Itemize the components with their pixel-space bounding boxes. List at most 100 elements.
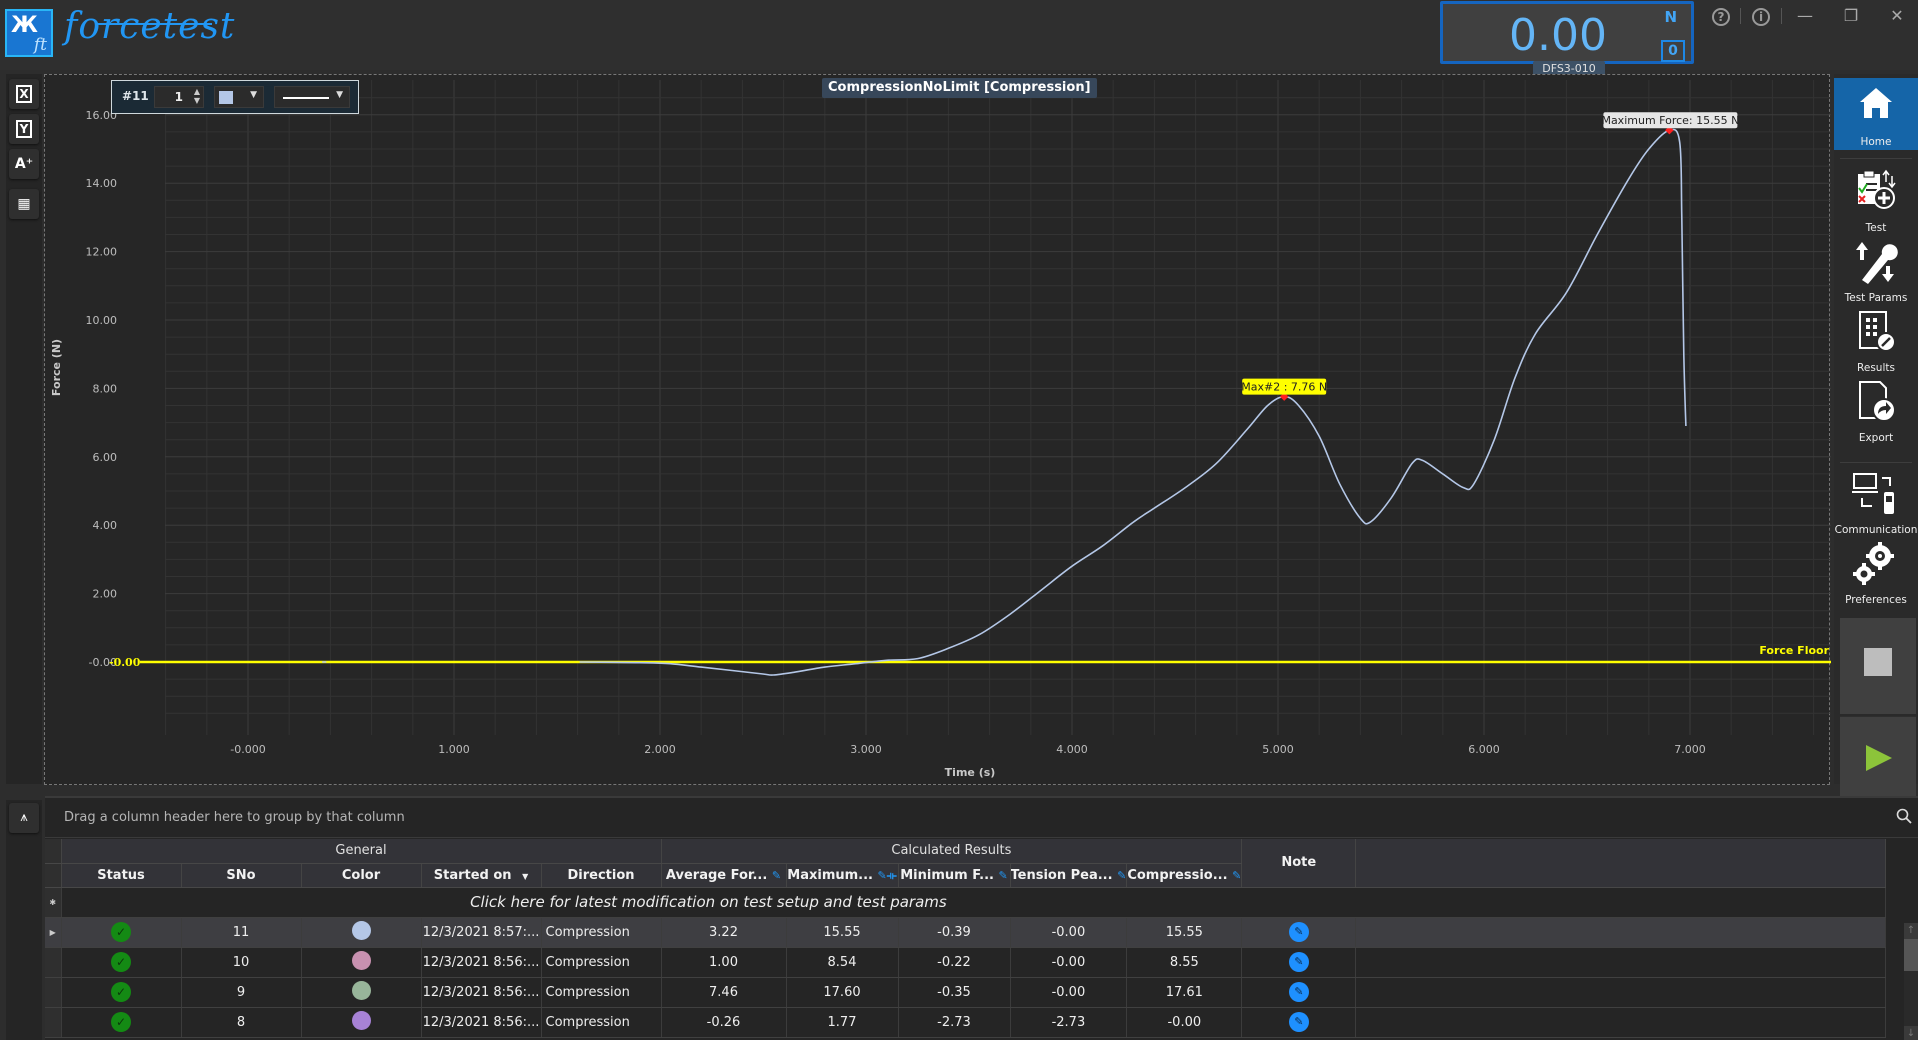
note-cell[interactable]: ✎ bbox=[1241, 977, 1357, 1008]
scroll-down-icon[interactable]: ↓ bbox=[1904, 1026, 1918, 1040]
force-floor-value: -0.00 bbox=[109, 656, 141, 669]
color-swatch[interactable] bbox=[351, 920, 371, 940]
nav-label: Test bbox=[1865, 222, 1887, 234]
column-sno[interactable]: SNo bbox=[181, 863, 302, 888]
table-row[interactable]: ✓ 9 12/3/2021 8:56:... Compression 7.46 17.60… bbox=[45, 977, 1887, 1008]
nav-results[interactable]: Results bbox=[1834, 308, 1918, 376]
nav-test[interactable]: Test bbox=[1834, 168, 1918, 236]
column-tension-peak[interactable]: Tension Pea... ✎ bbox=[1010, 863, 1128, 888]
edit-pencil-icon[interactable]: ✎ bbox=[772, 869, 781, 882]
x-tick-label: 1.000 bbox=[438, 743, 470, 756]
help-button[interactable]: ? bbox=[1706, 4, 1736, 28]
check-circle-icon: ✓ bbox=[111, 922, 131, 942]
y-tick-label: 10.00 bbox=[86, 314, 118, 327]
edit-pencil-icon[interactable]: ✎ bbox=[999, 869, 1008, 882]
y-axis-button[interactable]: Y bbox=[9, 114, 39, 144]
new-row-text[interactable]: Click here for latest modification on te… bbox=[61, 887, 1887, 918]
minimum-force-cell: -2.73 bbox=[898, 1007, 1011, 1038]
color-swatch[interactable] bbox=[351, 950, 371, 970]
color-swatch[interactable] bbox=[351, 980, 371, 1000]
column-compression[interactable]: Compressio... ✎ bbox=[1126, 863, 1243, 888]
column-direction[interactable]: Direction bbox=[541, 863, 662, 888]
scroll-thumb[interactable] bbox=[1904, 939, 1918, 971]
stop-icon bbox=[1864, 648, 1892, 676]
table-button[interactable]: ▦ bbox=[9, 189, 39, 219]
column-color[interactable]: Color bbox=[301, 863, 422, 888]
note-cell[interactable]: ✎ bbox=[1241, 917, 1357, 948]
note-cell[interactable]: ✎ bbox=[1241, 947, 1357, 978]
column-maximum-force[interactable]: Maximum... ✎⟛ bbox=[786, 863, 899, 888]
edit-pencil-icon[interactable]: ✎ bbox=[1117, 869, 1126, 882]
compression-cell: 8.55 bbox=[1126, 947, 1243, 978]
started-on-cell: 12/3/2021 8:56:... bbox=[421, 977, 542, 1008]
results-grid: Drag a column header here to group by th… bbox=[45, 796, 1918, 1040]
nav-communication[interactable]: Communication bbox=[1834, 470, 1918, 538]
color-cell[interactable] bbox=[301, 917, 422, 948]
y-tick-label: 4.00 bbox=[93, 519, 118, 532]
compression-cell: 15.55 bbox=[1126, 917, 1243, 948]
stop-button[interactable] bbox=[1840, 618, 1916, 714]
zero-button[interactable]: 0 bbox=[1661, 40, 1685, 62]
edit-note-icon[interactable]: ✎ bbox=[1288, 982, 1309, 1002]
test-clipboard-icon bbox=[1858, 169, 1896, 209]
column-status[interactable]: Status bbox=[61, 863, 182, 888]
stepper-arrows-icon[interactable]: ▲ ▼ bbox=[194, 87, 200, 105]
y-axis-label: Force (N) bbox=[50, 339, 63, 396]
restore-button[interactable]: ❐ bbox=[1836, 4, 1866, 28]
column-note[interactable]: Note bbox=[1241, 839, 1357, 888]
edit-pencil-icon[interactable]: ✎ bbox=[878, 869, 887, 882]
status-cell: ✓ bbox=[61, 947, 182, 978]
force-chart[interactable]: -0.00 2.00 4.00 6.00 8.00 10.00 12.00 14.00 1 6.0… bbox=[44, 74, 1831, 785]
line-width-stepper[interactable]: 1 ▲ ▼ bbox=[154, 86, 204, 108]
app-name: forcetest bbox=[64, 6, 236, 47]
y-tick-label: 14.00 bbox=[86, 177, 118, 190]
force-readout: 0.00 N 0 DFS3-010 bbox=[1440, 1, 1694, 76]
sort-desc-icon[interactable]: ▼ bbox=[522, 872, 528, 881]
add-annotation-button[interactable]: A⁺ bbox=[9, 149, 39, 179]
table-row[interactable]: ✓ 8 12/3/2021 8:56:... Compression -0.26 1.77… bbox=[45, 1007, 1887, 1038]
close-button[interactable]: ✕ bbox=[1882, 4, 1912, 28]
edit-note-icon[interactable]: ✎ bbox=[1288, 922, 1309, 942]
table-row[interactable]: ▶ ✓ 11 12/3/2021 8:57:... Compression 3.22 15.… bbox=[45, 917, 1887, 948]
color-swatch[interactable] bbox=[351, 1010, 371, 1030]
vertical-scrollbar[interactable]: ↑ ↓ bbox=[1904, 923, 1918, 1040]
x-axis-button[interactable]: X bbox=[9, 79, 39, 109]
resize-column-icon[interactable]: ⟛ bbox=[887, 869, 897, 882]
play-icon bbox=[1866, 745, 1892, 771]
group-panel[interactable]: Drag a column header here to group by th… bbox=[45, 798, 1918, 838]
column-started-on[interactable]: Started on ▼ bbox=[421, 863, 542, 888]
force-unit[interactable]: N bbox=[1664, 8, 1677, 26]
column-label: Minimum F... bbox=[900, 867, 994, 883]
search-button[interactable] bbox=[1896, 808, 1912, 828]
communication-icon bbox=[1852, 473, 1894, 514]
scroll-up-icon[interactable]: ↑ bbox=[1904, 923, 1918, 939]
color-cell[interactable] bbox=[301, 1007, 422, 1038]
maximum-force-cell: 8.54 bbox=[786, 947, 899, 978]
color-cell[interactable] bbox=[301, 977, 422, 1008]
new-row[interactable]: ✱ Click here for latest modification on … bbox=[45, 887, 1887, 918]
edit-note-icon[interactable]: ✎ bbox=[1288, 1012, 1309, 1032]
check-circle-icon: ✓ bbox=[111, 1012, 131, 1032]
nav-export[interactable]: Export bbox=[1834, 378, 1918, 446]
status-cell: ✓ bbox=[61, 977, 182, 1008]
chart-toggle-button[interactable]: ⩚ bbox=[9, 803, 39, 833]
column-minimum-force[interactable]: Minimum F... ✎ bbox=[898, 863, 1011, 888]
note-cell[interactable]: ✎ bbox=[1241, 1007, 1357, 1038]
nav-preferences[interactable]: Preferences bbox=[1834, 540, 1918, 608]
edit-pencil-icon[interactable]: ✎ bbox=[1232, 869, 1241, 882]
column-average-force[interactable]: Average For... ✎ bbox=[661, 863, 787, 888]
minimize-button[interactable]: — bbox=[1790, 4, 1820, 28]
force-value: 0.00 bbox=[1509, 10, 1607, 61]
x-axis-icon: X bbox=[16, 85, 32, 103]
annotation-label: Max#2 : 7.76 N bbox=[1241, 381, 1327, 394]
force-floor-label: Force Floor bbox=[1759, 644, 1829, 657]
direction-cell: Compression bbox=[541, 947, 662, 978]
edit-note-icon[interactable]: ✎ bbox=[1288, 952, 1309, 972]
nav-test-params[interactable]: Test Params bbox=[1834, 238, 1918, 306]
color-cell[interactable] bbox=[301, 947, 422, 978]
series-color-dropdown[interactable]: ▼ bbox=[214, 86, 264, 108]
table-row[interactable]: ✓ 10 12/3/2021 8:56:... Compression 1.00 8.54… bbox=[45, 947, 1887, 978]
nav-home[interactable]: Home bbox=[1834, 78, 1918, 150]
line-style-dropdown[interactable]: ▼ bbox=[274, 86, 350, 108]
info-button[interactable]: i bbox=[1746, 4, 1776, 28]
